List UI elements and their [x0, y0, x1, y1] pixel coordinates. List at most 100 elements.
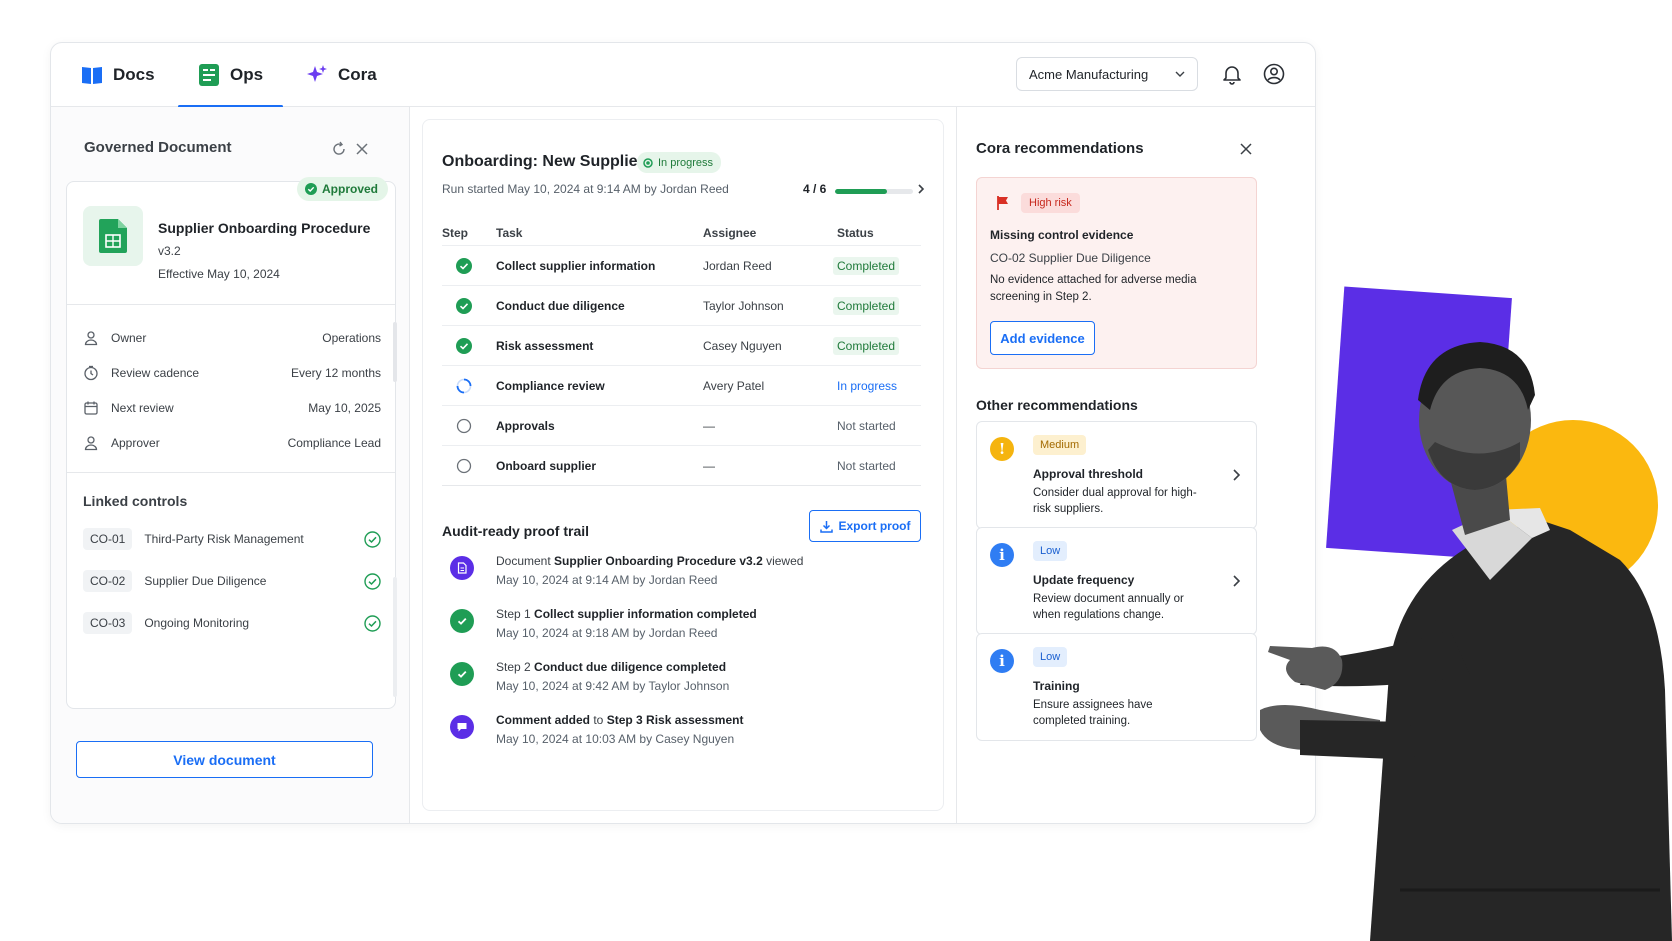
- audit-event-text: Comment added to Step 3 Risk assessment: [496, 713, 744, 727]
- priority-badge: Medium: [1033, 435, 1087, 455]
- person-icon: [84, 331, 98, 346]
- organization-select-value: Acme Manufacturing: [1029, 66, 1149, 82]
- recommendation-card[interactable]: i Low Training Ensure assignees have comple…: [976, 633, 1257, 741]
- audit-event-meta: May 10, 2024 at 9:14 AM by Jordan Reed: [496, 573, 718, 587]
- divider: [67, 304, 395, 305]
- audit-event-text: Document Supplier Onboarding Procedure v…: [496, 554, 804, 568]
- close-icon[interactable]: [354, 141, 370, 157]
- task-row[interactable]: Conduct due diligence Taylor Johnson Compl…: [442, 285, 921, 325]
- status-badge: In progress: [637, 152, 722, 173]
- progress-dot-icon: [643, 157, 653, 168]
- tab-docs[interactable]: Docs: [81, 43, 155, 107]
- task-status: Completed: [833, 257, 900, 275]
- tab-label: Cora: [338, 65, 377, 84]
- task-status: In progress: [837, 379, 898, 393]
- task-name: Onboard supplier: [496, 459, 597, 473]
- column-header-assignee: Assignee: [703, 226, 757, 240]
- scrollbar[interactable]: [393, 322, 397, 382]
- recommendations-title: Cora recommendations: [976, 140, 1144, 157]
- check-circle-icon: [456, 258, 472, 274]
- tab-label: Ops: [230, 65, 264, 84]
- chevron-right-icon[interactable]: [916, 183, 926, 195]
- comment-icon: [450, 715, 474, 739]
- organization-select[interactable]: Acme Manufacturing: [1016, 57, 1198, 91]
- run-info: Run started May 10, 2024 at 9:14 AM by J…: [442, 182, 729, 196]
- document-icon: [450, 556, 474, 580]
- refresh-icon[interactable]: [331, 141, 347, 157]
- bell-icon[interactable]: [1221, 63, 1243, 85]
- task-row[interactable]: Collect supplier information Jordan Reed C…: [442, 245, 921, 285]
- recommendation-description: Ensure assignees have completed training…: [1033, 699, 1153, 727]
- audit-event-meta: May 10, 2024 at 10:03 AM by Casey Nguyen: [496, 732, 735, 746]
- task-row[interactable]: Risk assessment Casey Nguyen Completed: [442, 325, 921, 365]
- task-assignee: Casey Nguyen: [703, 339, 782, 353]
- task-row[interactable]: Approvals — Not started: [442, 405, 921, 445]
- task-assignee: —: [703, 459, 715, 473]
- progress-bar-fill: [835, 189, 888, 194]
- column-header-step: Step: [442, 226, 469, 240]
- tab-label: Docs: [113, 65, 155, 84]
- other-recommendations-title: Other recommendations: [976, 397, 1138, 413]
- priority-badge: Low: [1033, 541, 1068, 561]
- in-progress-icon: [456, 378, 472, 394]
- export-proof-button[interactable]: Export proof: [809, 510, 921, 542]
- task-name: Approvals: [496, 419, 555, 433]
- progress-bar: [835, 189, 913, 194]
- task-status: Not started: [837, 419, 896, 433]
- audit-event: Comment added to Step 3 Risk assessment M…: [442, 712, 912, 756]
- column-header-task: Task: [496, 226, 523, 240]
- task-row[interactable]: Compliance review Avery Patel In progress: [442, 365, 921, 405]
- check-circle-icon: [364, 614, 381, 632]
- linked-control-row[interactable]: CO-02 Supplier Due Diligence: [83, 570, 381, 592]
- document-effective-date: Effective May 10, 2024: [158, 267, 280, 281]
- recommendation-description: Review document annually or when regulat…: [1033, 593, 1184, 621]
- recommendation-card[interactable]: ! Medium Approval threshold Consider dual a…: [976, 421, 1257, 529]
- recommendation-description: Consider dual approval for high-risk sup…: [1033, 487, 1197, 515]
- recommendation-card[interactable]: i Low Update frequency Review document annu…: [976, 527, 1257, 635]
- priority-badge: Low: [1033, 647, 1068, 667]
- high-risk-badge: High risk: [1021, 193, 1080, 213]
- meta-owner: Owner Operations: [83, 328, 381, 348]
- app-window: Docs Ops Cora Acme Manufacturing Governe…: [50, 42, 1316, 824]
- download-icon: [819, 520, 833, 533]
- document-file-icon: [83, 206, 143, 266]
- check-circle-icon: [456, 298, 472, 314]
- sparkle-icon: [306, 64, 328, 86]
- task-name: Compliance review: [496, 379, 605, 393]
- task-status: Completed: [833, 297, 900, 315]
- check-circle-icon: [305, 183, 317, 195]
- check-icon: [450, 609, 474, 633]
- document-card: Approved Supplier Onboarding Procedure v…: [66, 177, 396, 709]
- meta-approver: Approver Compliance Lead: [83, 433, 381, 453]
- audit-event-meta: May 10, 2024 at 9:42 AM by Taylor Johnso…: [496, 679, 730, 693]
- task-assignee: —: [703, 419, 715, 433]
- user-account-icon[interactable]: [1263, 63, 1285, 85]
- scrollbar-track: [393, 577, 397, 697]
- top-navigation: Docs Ops Cora Acme Manufacturing: [51, 43, 1315, 108]
- workflow-title: Onboarding: New Supplier: [442, 153, 644, 170]
- check-icon: [450, 662, 474, 686]
- linked-control-row[interactable]: CO-03 Ongoing Monitoring: [83, 612, 381, 634]
- task-row[interactable]: Onboard supplier — Not started: [442, 445, 921, 485]
- presenter-photo: [1260, 342, 1672, 941]
- empty-circle-icon: [456, 418, 472, 434]
- info-icon: i: [990, 649, 1014, 673]
- tab-cora[interactable]: Cora: [306, 43, 377, 107]
- audit-event: Step 2 Conduct due diligence completed Ma…: [442, 659, 912, 703]
- clock-refresh-icon: [84, 365, 98, 381]
- governed-document-panel: Governed Document Approved Supplier Onbo…: [51, 107, 410, 823]
- audit-event: Document Supplier Onboarding Procedure v…: [442, 553, 912, 597]
- linked-control-row[interactable]: CO-01 Third-Party Risk Management: [83, 528, 381, 550]
- task-assignee: Jordan Reed: [703, 259, 772, 273]
- ops-board-icon: [198, 64, 220, 86]
- task-assignee: Avery Patel: [703, 379, 765, 393]
- panel-title: Governed Document: [84, 139, 232, 156]
- tab-ops[interactable]: Ops: [177, 43, 284, 108]
- high-risk-recommendation: High risk Missing control evidence CO-02…: [976, 177, 1257, 369]
- add-evidence-button[interactable]: Add evidence: [990, 321, 1095, 355]
- view-document-button[interactable]: View document: [76, 741, 373, 778]
- check-circle-icon: [456, 338, 472, 354]
- close-icon[interactable]: [1239, 142, 1253, 156]
- document-version: v3.2: [158, 244, 181, 258]
- book-icon: [81, 64, 103, 86]
